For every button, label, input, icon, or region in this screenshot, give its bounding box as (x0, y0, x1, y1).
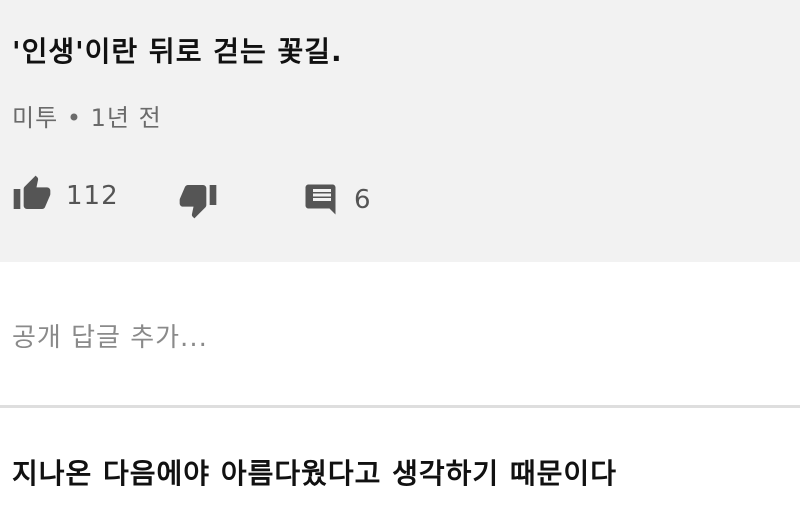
dislike-button[interactable] (178, 180, 218, 224)
divider (0, 405, 800, 408)
next-comment-text: 지나온 다음에야 아름다웠다고 생각하기 때문이다 (12, 457, 617, 490)
reply-count: 6 (354, 185, 372, 215)
thumbs-down-icon (178, 180, 218, 224)
reply-input-area: 공개 답글 추가... (0, 262, 800, 407)
comment-card: '인생'이란 뒤로 걷는 꽃길. 미투 • 1년 전 112 6 (0, 0, 800, 262)
like-count: 112 (66, 181, 119, 211)
comment-text: '인생'이란 뒤로 걷는 꽃길. (12, 35, 343, 68)
comment-author[interactable]: 미투 (12, 104, 58, 132)
reply-button[interactable]: 6 (304, 180, 372, 220)
comment-time: 1년 전 (90, 104, 162, 132)
thumbs-up-icon (12, 174, 52, 218)
comment-actions: 112 6 (0, 170, 800, 226)
comment-meta: 미투 • 1년 전 (12, 98, 162, 133)
meta-separator: • (66, 104, 82, 132)
like-button[interactable]: 112 (12, 174, 119, 218)
reply-input[interactable]: 공개 답글 추가... (12, 317, 772, 354)
comment-icon (304, 180, 340, 220)
